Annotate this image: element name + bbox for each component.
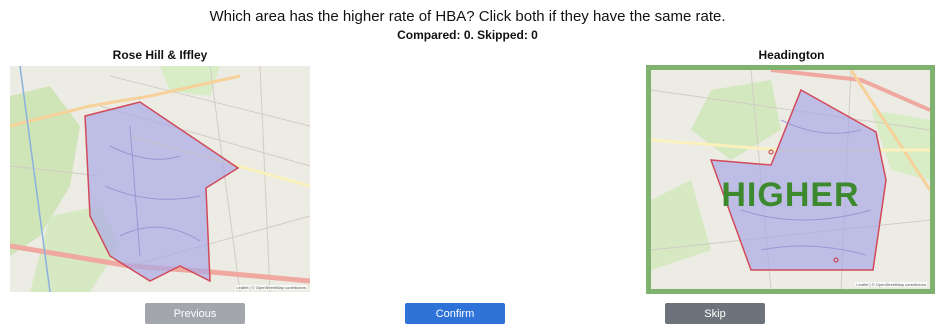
left-area-title: Rose Hill & Iffley — [112, 48, 208, 62]
left-area-map[interactable]: Leaflet | © OpenStreetMap contributors — [10, 66, 310, 292]
confirm-button[interactable]: Confirm — [405, 303, 505, 324]
right-map-attribution[interactable]: Leaflet | © OpenStreetMap contributors — [855, 282, 927, 287]
previous-button[interactable]: Previous — [145, 303, 245, 324]
comparison-page: Which area has the higher rate of HBA? C… — [0, 0, 935, 324]
left-map-graphic — [10, 66, 310, 292]
right-area-map[interactable]: HIGHER Leaflet | © OpenStreetMap contrib… — [646, 65, 935, 294]
progress-counter: Compared: 0. Skipped: 0 — [397, 28, 538, 42]
left-map-attribution[interactable]: Leaflet | © OpenStreetMap contributors — [235, 285, 307, 290]
right-area-title: Headington — [758, 48, 825, 62]
higher-selected-label: HIGHER — [721, 176, 860, 214]
skip-button[interactable]: Skip — [665, 303, 765, 324]
question-text: Which area has the higher rate of HBA? C… — [209, 8, 726, 25]
